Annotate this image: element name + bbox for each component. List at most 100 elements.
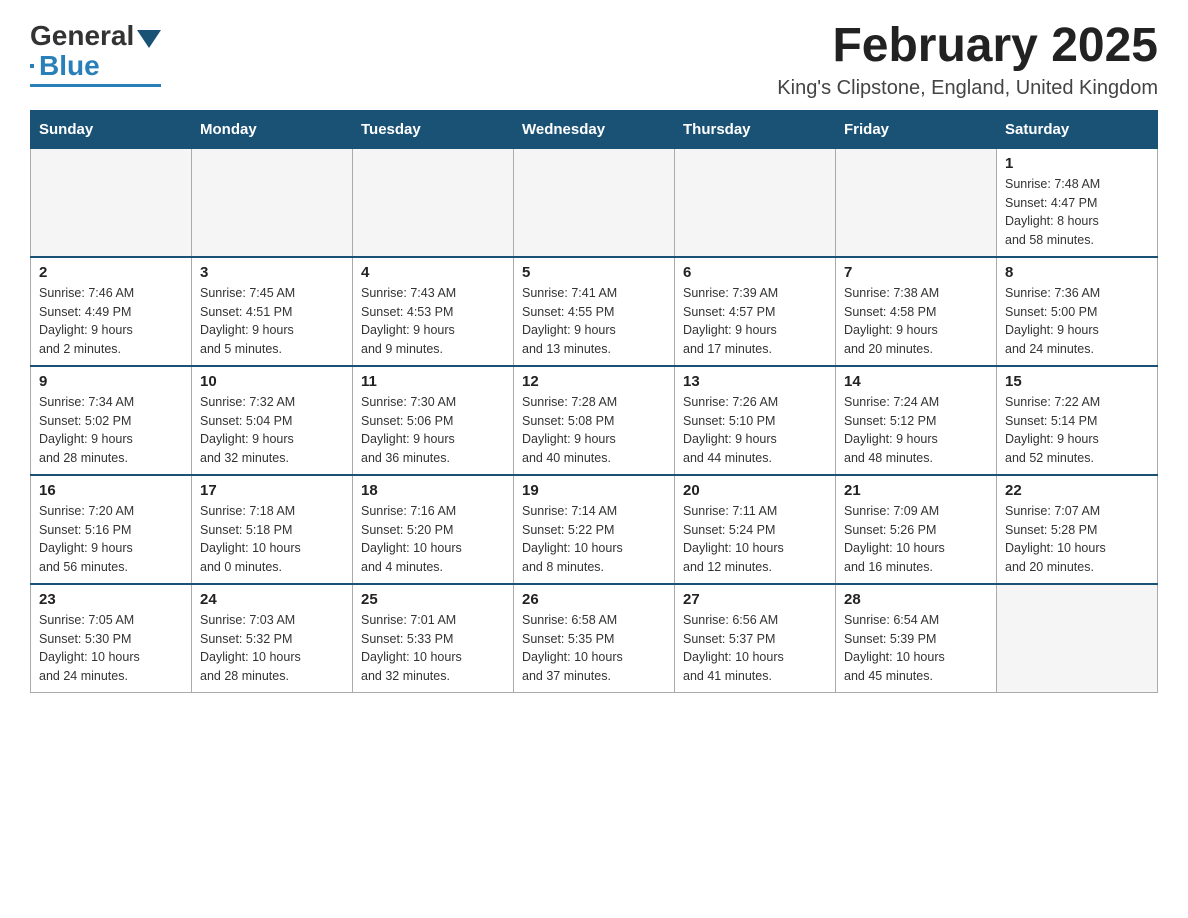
calendar-week-row: 16Sunrise: 7:20 AMSunset: 5:16 PMDayligh… [31,475,1158,584]
day-number: 3 [200,264,344,281]
day-info: Sunrise: 7:22 AMSunset: 5:14 PMDaylight:… [1005,393,1149,468]
calendar-cell: 21Sunrise: 7:09 AMSunset: 5:26 PMDayligh… [836,475,997,584]
day-number: 27 [683,591,827,608]
day-info: Sunrise: 7:01 AMSunset: 5:33 PMDaylight:… [361,611,505,686]
calendar-cell: 11 Sunrise: 7:30 AMSunset: 5:06 PMDayligh… [353,366,514,475]
calendar-cell: 22 Sunrise: 7:07 AMSunset: 5:28 PMDayligh… [997,475,1158,584]
day-number: 20 [683,482,827,499]
day-number: 9 [39,373,183,390]
day-number: 22 [1005,482,1149,499]
day-number: 10 [200,373,344,390]
day-info: Sunrise: 7:11 AMSunset: 5:24 PMDaylight:… [683,502,827,577]
day-number: 23 [39,591,183,608]
location-subtitle: King's Clipstone, England, United Kingdo… [777,77,1158,100]
weekday-header-tuesday: Tuesday [353,110,514,148]
day-info: Sunrise: 7:36 AMSunset: 5:00 PMDaylight:… [1005,284,1149,359]
day-info: Sunrise: 7:34 AMSunset: 5:02 PMDaylight:… [39,393,183,468]
calendar-cell: 4 Sunrise: 7:43 AMSunset: 4:53 PMDaylight… [353,257,514,366]
calendar-week-row: 2 Sunrise: 7:46 AMSunset: 4:49 PMDaylight… [31,257,1158,366]
calendar-cell [31,148,192,257]
day-info: Sunrise: 6:58 AMSunset: 5:35 PMDaylight:… [522,611,666,686]
day-number: 4 [361,264,505,281]
day-info: Sunrise: 7:07 AMSunset: 5:28 PMDaylight:… [1005,502,1149,577]
day-number: 17 [200,482,344,499]
calendar-cell: 3 Sunrise: 7:45 AMSunset: 4:51 PMDaylight… [192,257,353,366]
day-info: Sunrise: 7:28 AMSunset: 5:08 PMDaylight:… [522,393,666,468]
day-number: 26 [522,591,666,608]
day-info: Sunrise: 7:03 AMSunset: 5:32 PMDaylight:… [200,611,344,686]
calendar-cell: 25 Sunrise: 7:01 AMSunset: 5:33 PMDayligh… [353,584,514,693]
day-number: 21 [844,482,988,499]
logo-underline [30,84,161,87]
logo-general-text: General [30,20,134,52]
calendar-cell: 27 Sunrise: 6:56 AMSunset: 5:37 PMDayligh… [675,584,836,693]
calendar-cell: 19Sunrise: 7:14 AMSunset: 5:22 PMDayligh… [514,475,675,584]
day-info: Sunrise: 7:32 AMSunset: 5:04 PMDaylight:… [200,393,344,468]
day-number: 6 [683,264,827,281]
day-number: 18 [361,482,505,499]
calendar-cell: 20 Sunrise: 7:11 AMSunset: 5:24 PMDayligh… [675,475,836,584]
calendar-cell: 2 Sunrise: 7:46 AMSunset: 4:49 PMDaylight… [31,257,192,366]
calendar-cell: 26 Sunrise: 6:58 AMSunset: 5:35 PMDayligh… [514,584,675,693]
calendar-cell: 12 Sunrise: 7:28 AMSunset: 5:08 PMDayligh… [514,366,675,475]
day-info: Sunrise: 7:38 AMSunset: 4:58 PMDaylight:… [844,284,988,359]
day-info: Sunrise: 7:30 AMSunset: 5:06 PMDaylight:… [361,393,505,468]
calendar-cell: 6Sunrise: 7:39 AMSunset: 4:57 PMDaylight… [675,257,836,366]
calendar-week-row: 9 Sunrise: 7:34 AMSunset: 5:02 PMDaylight… [31,366,1158,475]
calendar-cell [192,148,353,257]
calendar-cell: 23Sunrise: 7:05 AMSunset: 5:30 PMDayligh… [31,584,192,693]
calendar-cell: 13 Sunrise: 7:26 AMSunset: 5:10 PMDayligh… [675,366,836,475]
day-info: Sunrise: 7:41 AMSunset: 4:55 PMDaylight:… [522,284,666,359]
day-info: Sunrise: 7:45 AMSunset: 4:51 PMDaylight:… [200,284,344,359]
calendar-cell: 7 Sunrise: 7:38 AMSunset: 4:58 PMDaylight… [836,257,997,366]
day-number: 5 [522,264,666,281]
day-info: Sunrise: 6:54 AMSunset: 5:39 PMDaylight:… [844,611,988,686]
day-number: 12 [522,373,666,390]
day-number: 25 [361,591,505,608]
calendar-table: SundayMondayTuesdayWednesdayThursdayFrid… [30,110,1158,693]
calendar-cell: 1Sunrise: 7:48 AMSunset: 4:47 PMDaylight… [997,148,1158,257]
weekday-header-sunday: Sunday [31,110,192,148]
day-number: 7 [844,264,988,281]
weekday-header-friday: Friday [836,110,997,148]
day-number: 13 [683,373,827,390]
day-number: 2 [39,264,183,281]
calendar-header-row: SundayMondayTuesdayWednesdayThursdayFrid… [31,110,1158,148]
day-info: Sunrise: 7:26 AMSunset: 5:10 PMDaylight:… [683,393,827,468]
day-number: 14 [844,373,988,390]
day-number: 8 [1005,264,1149,281]
day-info: Sunrise: 6:56 AMSunset: 5:37 PMDaylight:… [683,611,827,686]
calendar-cell: 18 Sunrise: 7:16 AMSunset: 5:20 PMDayligh… [353,475,514,584]
calendar-cell: 5 Sunrise: 7:41 AMSunset: 4:55 PMDaylight… [514,257,675,366]
calendar-cell [675,148,836,257]
day-info: Sunrise: 7:48 AMSunset: 4:47 PMDaylight:… [1005,175,1149,250]
month-title: February 2025 [777,20,1158,73]
page-header: General Blue February 2025 King's Clipst… [30,20,1158,100]
calendar-cell: 24Sunrise: 7:03 AMSunset: 5:32 PMDayligh… [192,584,353,693]
day-info: Sunrise: 7:18 AMSunset: 5:18 PMDaylight:… [200,502,344,577]
day-number: 15 [1005,373,1149,390]
day-number: 28 [844,591,988,608]
day-info: Sunrise: 7:46 AMSunset: 4:49 PMDaylight:… [39,284,183,359]
calendar-cell: 8 Sunrise: 7:36 AMSunset: 5:00 PMDaylight… [997,257,1158,366]
calendar-cell [353,148,514,257]
weekday-header-saturday: Saturday [997,110,1158,148]
calendar-cell [997,584,1158,693]
calendar-cell: 16Sunrise: 7:20 AMSunset: 5:16 PMDayligh… [31,475,192,584]
logo-blue-text: Blue [39,50,100,82]
calendar-cell [836,148,997,257]
day-number: 16 [39,482,183,499]
logo-triangle-icon [137,30,161,48]
calendar-week-row: 23Sunrise: 7:05 AMSunset: 5:30 PMDayligh… [31,584,1158,693]
day-info: Sunrise: 7:43 AMSunset: 4:53 PMDaylight:… [361,284,505,359]
calendar-week-row: 1Sunrise: 7:48 AMSunset: 4:47 PMDaylight… [31,148,1158,257]
weekday-header-monday: Monday [192,110,353,148]
day-info: Sunrise: 7:16 AMSunset: 5:20 PMDaylight:… [361,502,505,577]
title-section: February 2025 King's Clipstone, England,… [777,20,1158,100]
logo: General Blue [30,20,161,87]
day-number: 11 [361,373,505,390]
weekday-header-wednesday: Wednesday [514,110,675,148]
calendar-cell: 15 Sunrise: 7:22 AMSunset: 5:14 PMDayligh… [997,366,1158,475]
calendar-cell [514,148,675,257]
calendar-cell: 17 Sunrise: 7:18 AMSunset: 5:18 PMDayligh… [192,475,353,584]
